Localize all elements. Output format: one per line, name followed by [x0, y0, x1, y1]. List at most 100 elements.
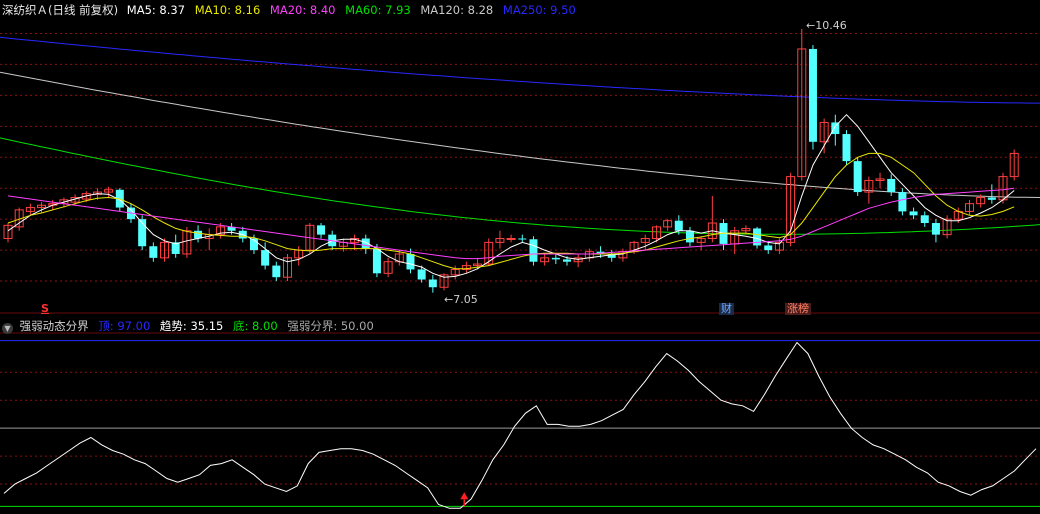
candle: [350, 234, 360, 251]
candle-body: [261, 250, 270, 266]
candle-body: [529, 239, 538, 262]
top-gainer-mark[interactable]: 涨榜: [785, 303, 811, 315]
ma250-line: [0, 36, 1040, 104]
candle-body: [898, 192, 907, 212]
buy-signal-arrow-icon: [460, 492, 469, 500]
trend-line: [3, 341, 1037, 509]
ma250-value: MA250: 9.50: [502, 3, 576, 17]
candle: [149, 242, 158, 262]
candle: [640, 234, 650, 251]
candle: [495, 230, 505, 249]
candle-body: [317, 225, 326, 235]
low-price-label: ←7.05: [444, 293, 478, 306]
candle-body: [428, 279, 437, 288]
candle: [942, 215, 952, 239]
top-ref-value: 顶: 97.00: [98, 319, 151, 333]
candle: [887, 174, 896, 196]
candle-body: [194, 230, 203, 239]
candle-body: [987, 197, 996, 200]
candle: [3, 223, 13, 243]
candle: [171, 234, 180, 258]
candle: [853, 157, 862, 196]
candle: [842, 130, 851, 165]
candle: [696, 236, 706, 251]
candle: [518, 234, 527, 243]
candle: [1009, 149, 1019, 181]
candlestick-series[interactable]: [3, 28, 1019, 293]
candle: [719, 219, 728, 251]
main-chart-header: 深纺织Ａ(日线 前复权) MA5: 8.37 MA10: 8.16 MA20: …: [2, 2, 582, 18]
candle-body: [909, 211, 918, 216]
sell-signal-mark[interactable]: S: [41, 303, 49, 315]
candle: [204, 228, 214, 251]
candle: [461, 261, 471, 274]
trend-value: 趋势: 35.15: [159, 319, 224, 333]
candle-body: [372, 248, 381, 274]
candle-body: [674, 220, 683, 231]
indicator-title[interactable]: 强弱动态分界: [20, 319, 89, 333]
stock-title[interactable]: 深纺织Ａ(日线 前复权): [2, 3, 118, 17]
candle: [808, 45, 817, 150]
candle: [797, 28, 807, 181]
chart-canvas[interactable]: [0, 0, 1040, 514]
candle: [964, 199, 974, 216]
candle: [294, 246, 304, 266]
indicator-header: ▼ 强弱动态分界 顶: 97.00 趋势: 35.15 底: 8.00 强弱分界…: [2, 318, 380, 334]
candle: [931, 219, 940, 243]
high-price-label: ←10.46: [806, 19, 847, 32]
candle: [898, 188, 907, 216]
candle: [875, 172, 885, 189]
candle-body: [887, 178, 896, 193]
candle-body: [808, 48, 817, 142]
candle: [920, 211, 929, 227]
candle-body: [831, 122, 840, 135]
candle: [819, 118, 829, 154]
candle: [651, 225, 661, 243]
ma20-value: MA20: 8.40: [269, 3, 336, 17]
candle: [272, 261, 281, 282]
candle-body: [149, 246, 158, 258]
candle: [283, 253, 292, 282]
candle: [909, 207, 918, 220]
candle-body: [931, 223, 940, 235]
candle-body: [272, 265, 281, 278]
candle: [506, 234, 516, 243]
candle-body: [551, 257, 560, 260]
candle-body: [842, 134, 851, 162]
candle: [573, 253, 583, 268]
ma60-line: [0, 137, 1040, 235]
finance-report-mark[interactable]: 财: [719, 303, 734, 315]
ma5-line: [7, 113, 1015, 278]
arrow-left-icon: ←: [444, 293, 454, 306]
candle-body: [506, 238, 516, 240]
candle: [663, 219, 673, 231]
ma10-value: MA10: 8.16: [194, 3, 261, 17]
candle-body: [417, 269, 426, 280]
collapse-toggle-icon[interactable]: ▼: [2, 323, 13, 334]
candle: [540, 253, 550, 266]
arrow-left-icon: ←: [806, 19, 816, 32]
candle: [428, 274, 437, 293]
candle-body: [518, 238, 527, 240]
candle-body: [764, 245, 773, 251]
candle: [987, 184, 996, 204]
ma5-value: MA5: 8.37: [126, 3, 186, 17]
ma120-value: MA120: 8.28: [420, 3, 494, 17]
candle: [529, 236, 538, 266]
candle: [138, 215, 147, 251]
bottom-ref-value: 底: 8.00: [233, 319, 278, 333]
candle-body: [563, 259, 571, 262]
oscillator-panel: [0, 340, 1040, 509]
candle: [685, 226, 694, 247]
short-ma-lines: [7, 113, 1015, 278]
candle-body: [853, 161, 862, 193]
candle-body: [406, 253, 415, 270]
ma20-line: [7, 187, 1015, 260]
candle-body: [685, 230, 694, 243]
long-ma-lines: [0, 36, 1040, 235]
candle-body: [920, 215, 929, 224]
midline-ref-value: 强弱分界: 50.00: [287, 319, 374, 333]
ma60-value: MA60: 7.93: [345, 3, 411, 17]
candle: [383, 257, 393, 278]
candle: [317, 223, 326, 239]
